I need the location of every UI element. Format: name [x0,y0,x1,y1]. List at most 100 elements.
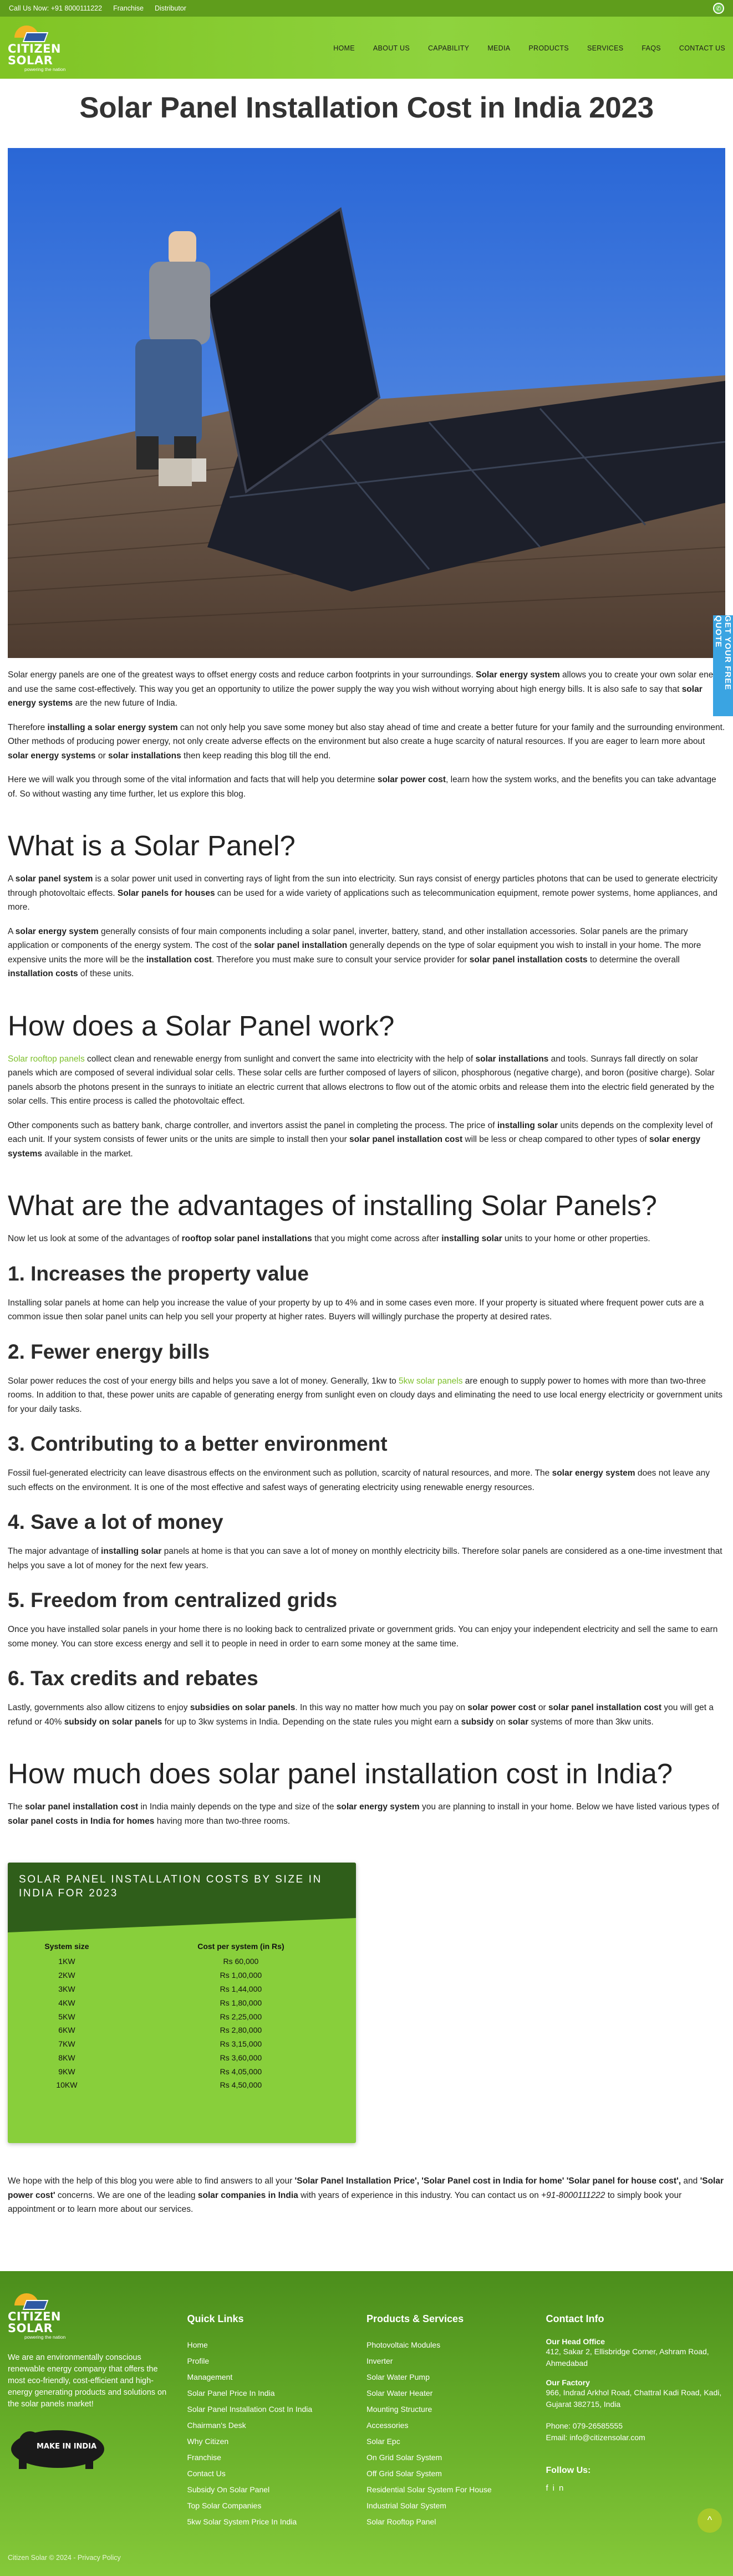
system-size-cell: 7KW [58,2039,75,2049]
quick-link-item[interactable]: Profile [187,2353,367,2369]
table-row: 8KW Rs 3,60,000 [8,2050,356,2064]
system-size-cell: 10KW [56,2080,78,2090]
product-link-item[interactable]: Solar Water Heater [366,2385,546,2401]
intro-paragraph-1: Solar energy panels are one of the great… [8,670,725,708]
solar-rooftop-panels-link[interactable]: Solar rooftop panels [8,1054,85,1064]
cost-table-title: SOLAR PANEL INSTALLATION COSTS BY SIZE I… [8,1863,356,1918]
advantage-text-2: Solar power reduces the cost of your ene… [8,1376,722,1414]
product-link-item[interactable]: Off Grid Solar System [366,2466,546,2482]
quick-link-item[interactable]: Why Citizen [187,2434,367,2450]
footer-quick-links-column: Quick Links Home Profile Management Solar P… [187,2291,367,2530]
product-link-item[interactable]: Solar Epc [366,2434,546,2450]
quick-link-item[interactable]: Solar Panel Installation Cost In India [187,2401,367,2417]
cost-cell: Rs 4,50,000 [220,2080,262,2090]
system-size-cell: 6KW [58,2026,75,2035]
heading-how-solar-panel-works: How does a Solar Panel work? [8,1009,395,1042]
quick-link-item[interactable]: 5kw Solar System Price In India [187,2514,367,2530]
cost-cell: Rs 3,60,000 [220,2053,262,2062]
footer-logo-text: CITIZEN SOLAR [8,2309,62,2335]
quick-link-item[interactable]: Subsidy On Solar Panel [187,2482,367,2498]
nav-services[interactable]: SERVICES [587,44,623,52]
copyright-text[interactable]: Citizen Solar © 2024 - Privacy Policy [8,2554,121,2562]
facebook-icon[interactable]: f [546,2483,553,2493]
table-row: 9KW Rs 4,05,000 [8,2064,356,2078]
footer-contact-column: Contact Info Our Head Office 412, Sakar … [546,2291,726,2530]
advantage-heading-4: 4. Save a lot of money [8,1511,223,1533]
site-header: CITIZEN SOLAR powering the nation HOME A… [0,17,733,79]
advantage-text-4: The major advantage of installing solar … [8,1547,722,1570]
site-logo[interactable]: CITIZEN SOLAR powering the nation [8,23,91,72]
factory-label: Our Factory [546,2378,590,2387]
distributor-link[interactable]: Distributor [155,4,186,12]
quick-link-item[interactable]: Contact Us [187,2466,367,2482]
phone-link[interactable]: +91-8000111222 [541,2191,605,2200]
product-link-item[interactable]: Mounting Structure [366,2401,546,2417]
nav-faqs[interactable]: FAQS [642,44,661,52]
cost-cell: Rs 1,00,000 [220,1971,262,1980]
table-row: 6KW Rs 2,80,000 [8,2023,356,2037]
advantage-text-1: Installing solar panels at home can help… [8,1298,704,1322]
make-in-india-text: MAKE IN INDIA [37,2442,97,2451]
nav-media[interactable]: MEDIA [487,44,510,52]
nav-about-us[interactable]: ABOUT US [373,44,410,52]
product-link-item[interactable]: Residential Solar System For House [366,2482,546,2498]
footer-logo-tagline: powering the nation [24,2334,66,2340]
table-row: 5KW Rs 2,25,000 [8,2009,356,2023]
nav-products[interactable]: PRODUCTS [528,44,569,52]
intro-paragraph-2: Therefore installing a solar energy syst… [8,722,725,761]
heading-installation-cost: How much does solar panel installation c… [8,1758,673,1789]
quick-link-item[interactable]: Management [187,2369,367,2385]
cost-cell: Rs 4,05,000 [220,2067,262,2076]
linkedin-icon[interactable]: in [553,2483,568,2493]
product-link-item[interactable]: Industrial Solar System [366,2498,546,2514]
get-free-quote-tab[interactable]: GET YOUR FREE QUOTE [713,615,733,716]
quick-link-item[interactable]: Home [187,2337,367,2353]
nav-contact-us[interactable]: CONTACT US [679,44,725,52]
nav-capability[interactable]: CAPABILITY [428,44,469,52]
cost-cell: Rs 60,000 [223,1957,259,1966]
footer-logo[interactable]: CITIZEN SOLAR powering the nation [8,2291,91,2340]
5kw-solar-panels-link[interactable]: 5kw solar panels [399,1376,462,1386]
footer-products-column: Products & Services Photovoltaic Modules… [366,2291,546,2530]
product-link-item[interactable]: Solar Rooftop Panel [366,2514,546,2530]
product-link-item[interactable]: Accessories [366,2417,546,2434]
cost-paragraph: The solar panel installation cost in Ind… [8,1802,719,1826]
head-office-address: 412, Sakar 2, Ellisbridge Corner, Ashram… [546,2347,709,2368]
cost-table: System size Cost per system (in Rs) 1KW R… [8,1938,356,2092]
system-size-cell: 1KW [58,1957,75,1966]
whatsapp-icon[interactable]: ✆ [713,3,724,14]
table-row: 4KW Rs 1,80,000 [8,1996,356,2009]
table-row: 3KW Rs 1,44,000 [8,1982,356,1996]
quick-link-item[interactable]: Chairman's Desk [187,2417,367,2434]
quick-link-item[interactable]: Solar Panel Price In India [187,2385,367,2401]
advantage-heading-5: 5. Freedom from centralized grids [8,1589,338,1611]
product-link-item[interactable]: Inverter [366,2353,546,2369]
table-row: 10KW Rs 4,50,000 [8,2078,356,2092]
product-link-item[interactable]: Solar Water Pump [366,2369,546,2385]
footer-phone[interactable]: Phone: 079-26585555 [546,2420,726,2432]
head-office-label: Our Head Office [546,2337,605,2346]
system-size-cell: 8KW [58,2053,75,2062]
advantage-text-3: Fossil fuel-generated electricity can le… [8,1468,710,1492]
franchise-link[interactable]: Franchise [113,4,144,12]
cost-table-header-row: System size Cost per system (in Rs) [8,1938,356,1955]
call-us-text[interactable]: Call Us Now: +91 8000111222 [9,4,102,12]
table-row: 1KW Rs 60,000 [8,1955,356,1968]
footer-email[interactable]: Email: info@citizensolar.com [546,2432,726,2444]
system-size-cell: 5KW [58,2012,75,2021]
nav-home[interactable]: HOME [333,44,355,52]
how-paragraph-1: Solar rooftop panels collect clean and r… [8,1054,715,1106]
page-title: Solar Panel Installation Cost in India 2… [79,91,654,124]
quick-link-item[interactable]: Top Solar Companies [187,2498,367,2514]
intro-paragraph-3: Here we will walk you through some of th… [8,775,716,799]
top-bar: Call Us Now: +91 8000111222 Franchise Di… [0,0,733,17]
quick-link-item[interactable]: Franchise [187,2450,367,2466]
advantage-heading-1: 1. Increases the property value [8,1262,309,1285]
scroll-to-top-button[interactable]: ^ [698,2508,722,2533]
logo-tagline: powering the nation [24,67,66,72]
product-link-item[interactable]: Photovoltaic Modules [366,2337,546,2353]
cost-table-card: SOLAR PANEL INSTALLATION COSTS BY SIZE I… [8,1863,356,2143]
main-nav: HOME ABOUT US CAPABILITY MEDIA PRODUCTS … [315,44,725,52]
product-link-item[interactable]: On Grid Solar System [366,2450,546,2466]
what-paragraph-2: A solar energy system generally consists… [8,926,701,979]
